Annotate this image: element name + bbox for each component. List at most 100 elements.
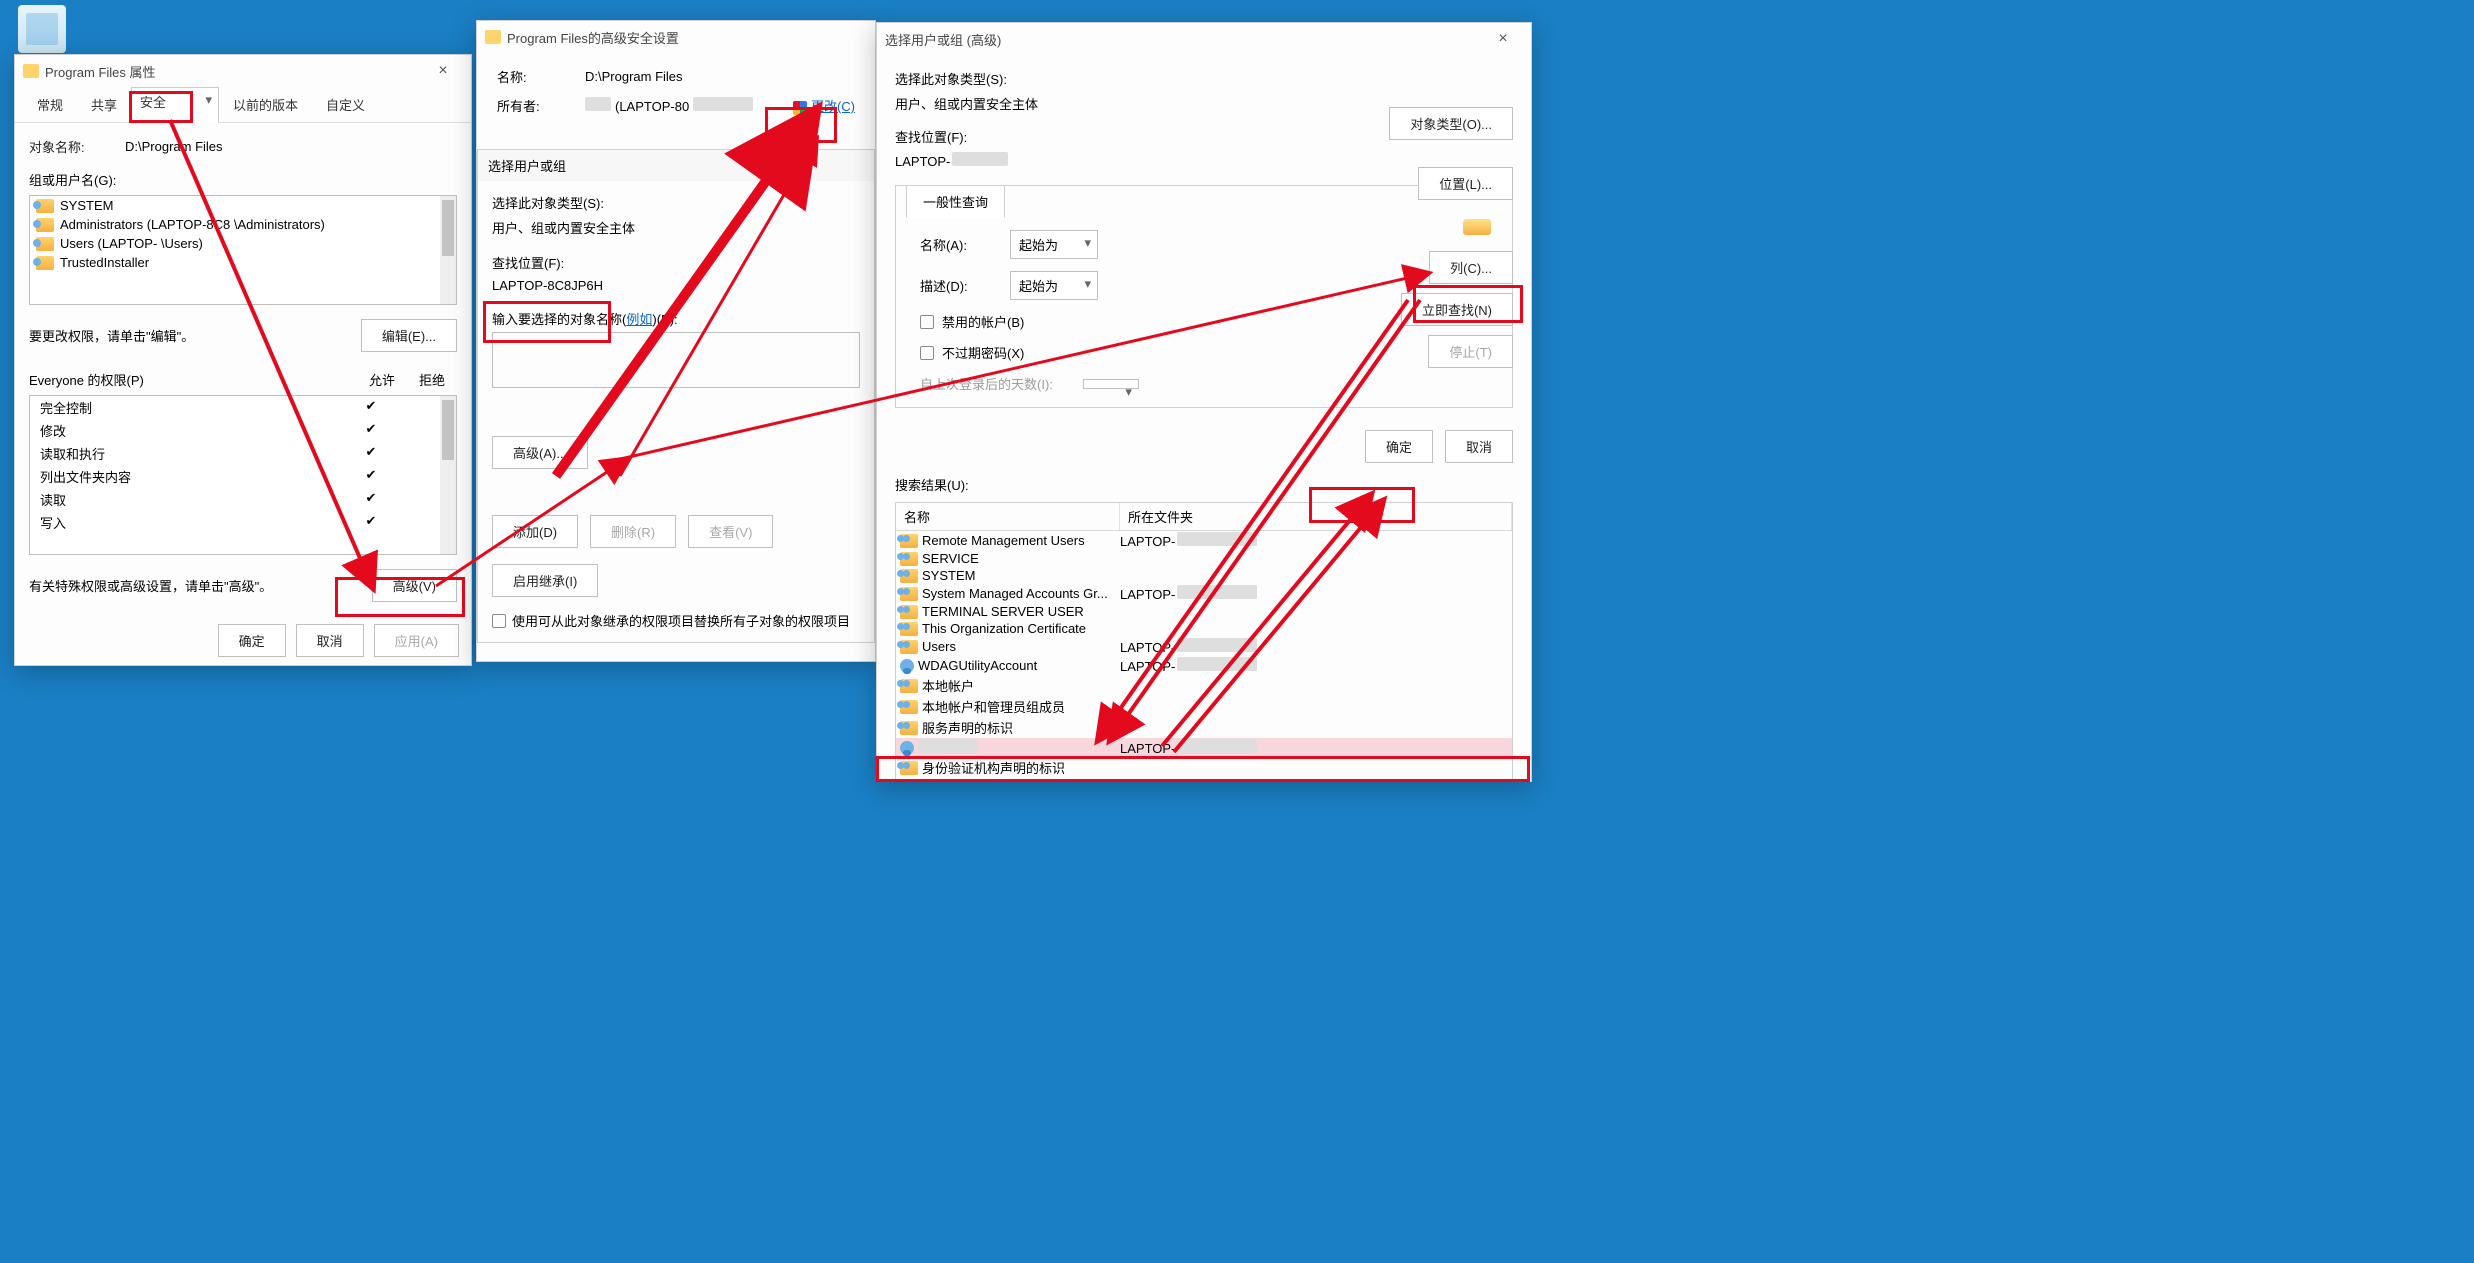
perm-row: 列出文件夹内容✔ — [30, 465, 456, 488]
group-icon — [900, 569, 918, 583]
object-type-button[interactable]: 对象类型(O)... — [1389, 107, 1513, 140]
close-icon[interactable]: × — [423, 57, 463, 85]
columns-button[interactable]: 列(C)... — [1429, 251, 1513, 284]
tab-sharing[interactable]: 共享 — [77, 87, 131, 122]
edit-hint: 要更改权限，请单击"编辑"。 — [29, 326, 361, 345]
object-type-value: 用户、组或内置安全主体 — [492, 218, 860, 237]
ok-button[interactable]: 确定 — [1365, 430, 1433, 463]
group-icon — [36, 199, 54, 213]
shield-icon — [793, 101, 807, 115]
cancel-button[interactable]: 取消 — [1445, 430, 1513, 463]
close-icon[interactable]: × — [1483, 25, 1523, 53]
name-filter-label: 名称(A): — [920, 235, 1010, 254]
folder-icon — [485, 30, 501, 44]
group-icon — [900, 534, 918, 548]
object-name-value: D:\Program Files — [125, 139, 223, 154]
replace-checkbox[interactable] — [492, 614, 506, 628]
find-now-button[interactable]: 立即查找(N) — [1401, 293, 1513, 326]
results-table: 名称 所在文件夹 Remote Management UsersLAPTOP-S… — [895, 502, 1513, 780]
name-value: D:\Program Files — [585, 69, 683, 84]
table-row[interactable]: 本地帐户 — [896, 675, 1512, 696]
change-owner-link[interactable]: 更改(C) — [811, 99, 855, 114]
deny-col: 拒绝 — [407, 370, 457, 389]
col-name-header[interactable]: 名称 — [896, 503, 1120, 530]
list-item: Users (LAPTOP- \Users) — [30, 234, 456, 253]
apply-button[interactable]: 应用(A) — [374, 624, 459, 657]
desc-filter-select[interactable]: 起始为 — [1010, 271, 1098, 300]
results-label: 搜索结果(U): — [895, 475, 1513, 494]
edit-button[interactable]: 编辑(E)... — [361, 319, 457, 352]
select-user-frame: 选择用户或组 选择此对象类型(S): 用户、组或内置安全主体 查找位置(F): … — [477, 149, 875, 643]
object-name-label: 对象名称: — [29, 137, 125, 156]
frame-title: 选择用户或组 — [478, 150, 874, 181]
days-select[interactable] — [1083, 379, 1139, 389]
table-row[interactable]: 身份验证机构声明的标识 — [896, 757, 1512, 778]
tab-custom[interactable]: 自定义 — [312, 87, 379, 122]
tabs: 常规 共享 安全 以前的版本 自定义 — [15, 87, 471, 123]
stop-button[interactable]: 停止(T) — [1428, 335, 1513, 368]
list-item: Administrators (LAPTOP-8C8 \Administrato… — [30, 215, 456, 234]
table-row[interactable]: Remote Management UsersLAPTOP- — [896, 531, 1512, 550]
titlebar[interactable]: Program Files的高级安全设置 — [477, 21, 875, 53]
tab-general[interactable]: 常规 — [23, 87, 77, 122]
col-folder-header[interactable]: 所在文件夹 — [1120, 503, 1512, 530]
list-item: TrustedInstaller — [30, 253, 456, 272]
table-row[interactable]: SYSTEM — [896, 567, 1512, 584]
perm-row: 读取✔ — [30, 488, 456, 511]
table-row[interactable]: 服务声明的标识 — [896, 717, 1512, 738]
table-row[interactable]: WDAGUtilityAccountLAPTOP- — [896, 656, 1512, 675]
table-row[interactable]: System Managed Accounts Gr...LAPTOP- — [896, 584, 1512, 603]
table-row[interactable]: SERVICE — [896, 550, 1512, 567]
desc-filter-label: 描述(D): — [920, 276, 1010, 295]
scrollbar[interactable] — [440, 396, 456, 554]
group-icon — [900, 605, 918, 619]
object-type-label: 选择此对象类型(S): — [492, 193, 860, 212]
advanced-button[interactable]: 高级(A)... — [492, 436, 588, 469]
titlebar[interactable]: 选择用户或组 (高级) × — [877, 23, 1531, 55]
table-row[interactable]: LAPTOP- — [896, 738, 1512, 757]
name-label: 名称: — [497, 67, 585, 86]
enable-inherit-button[interactable]: 启用继承(I) — [492, 564, 598, 597]
advanced-button[interactable]: 高级(V) — [372, 569, 457, 602]
example-link[interactable]: 例如 — [626, 312, 652, 327]
cancel-button[interactable]: 取消 — [296, 624, 364, 657]
owner-label: 所有者: — [497, 96, 585, 115]
window-title: Program Files的高级安全设置 — [507, 28, 867, 47]
owner-value: (LAPTOP-80 — [615, 99, 689, 114]
properties-dialog: Program Files 属性 × 常规 共享 安全 以前的版本 自定义 对象… — [14, 54, 472, 666]
disabled-checkbox-label: 禁用的帐户(B) — [942, 312, 1024, 331]
window-title: 选择用户或组 (高级) — [885, 30, 1483, 49]
scrollbar[interactable] — [440, 196, 456, 304]
table-row[interactable]: 本地帐户和管理员组成员 — [896, 696, 1512, 717]
titlebar[interactable]: Program Files 属性 × — [15, 55, 471, 87]
tab-security[interactable]: 安全 — [131, 87, 219, 123]
enter-name-suffix: )(E): — [652, 312, 677, 327]
group-icon — [900, 721, 918, 735]
location-button[interactable]: 位置(L)... — [1418, 167, 1513, 200]
view-button[interactable]: 查看(V) — [688, 515, 773, 548]
table-row[interactable]: UsersLAPTOP- — [896, 637, 1512, 656]
no-expire-checkbox[interactable] — [920, 346, 934, 360]
no-expire-checkbox-label: 不过期密码(X) — [942, 343, 1024, 362]
table-row[interactable]: This Organization Certificate — [896, 620, 1512, 637]
ok-button[interactable]: 确定 — [218, 624, 286, 657]
location-label: 查找位置(F): — [492, 253, 860, 272]
user-icon — [900, 741, 914, 755]
table-row[interactable]: TERMINAL SERVER USER — [896, 603, 1512, 620]
recycle-bin-icon — [18, 5, 66, 53]
users-listbox[interactable]: SYSTEM Administrators (LAPTOP-8C8 \Admin… — [29, 195, 457, 305]
name-filter-select[interactable]: 起始为 — [1010, 230, 1098, 259]
allow-col: 允许 — [357, 370, 407, 389]
tab-previous[interactable]: 以前的版本 — [219, 87, 312, 122]
permissions-label: Everyone 的权限(P) — [29, 370, 357, 389]
location-value: LAPTOP- — [895, 154, 950, 169]
add-button[interactable]: 添加(D) — [492, 515, 578, 548]
recycle-bin[interactable] — [18, 5, 66, 55]
group-users-label: 组或用户名(G): — [29, 170, 457, 189]
disabled-checkbox[interactable] — [920, 315, 934, 329]
query-tab[interactable]: 一般性查询 — [906, 185, 1005, 218]
select-user-advanced-dialog: 选择用户或组 (高级) × 选择此对象类型(S): 用户、组或内置安全主体 对象… — [876, 22, 1532, 782]
group-icon — [36, 237, 54, 251]
object-name-input[interactable] — [492, 332, 860, 388]
remove-button[interactable]: 删除(R) — [590, 515, 676, 548]
